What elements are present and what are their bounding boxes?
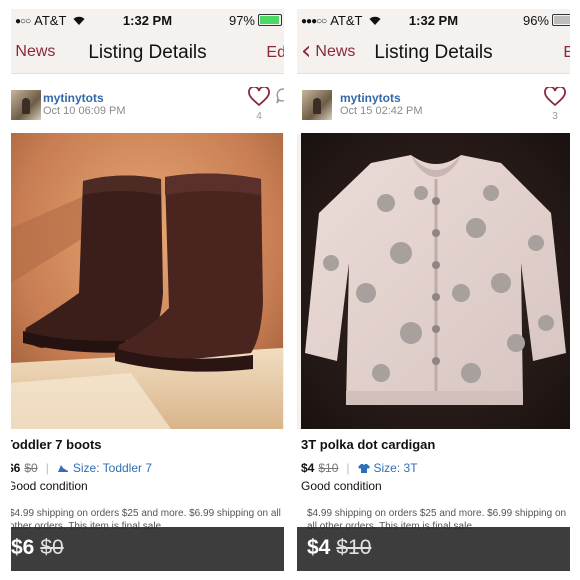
item-title: 3T polka dot cardigan xyxy=(301,437,436,452)
seller-username[interactable]: mytinytots xyxy=(340,91,401,105)
bottom-price-bar: $6 $0 xyxy=(11,527,284,571)
edit-button[interactable]: Ed xyxy=(266,44,284,62)
status-bar: ●●●○○ AT&T 1:32 PM 96% xyxy=(297,9,570,31)
boots-photo xyxy=(11,133,283,429)
size-link[interactable]: Size: 3T xyxy=(357,461,418,475)
price-row: $4 $10 | Size: 3T xyxy=(301,461,418,475)
price: $4 xyxy=(301,461,315,475)
bottom-original-price: $10 xyxy=(336,536,372,559)
bottom-original-price: $0 xyxy=(40,536,64,559)
heart-icon[interactable] xyxy=(544,87,566,107)
heart-icon[interactable] xyxy=(248,87,270,107)
original-price: $10 xyxy=(318,461,339,475)
listing-screen-left: ●○○AT&T 1:32 PM 97% ‹News Listing Detail… xyxy=(11,9,284,571)
status-bar: ●○○ AT&T 1:32 PM 97% xyxy=(11,9,284,31)
condition: Good condition xyxy=(11,479,88,493)
avatar[interactable] xyxy=(302,90,332,120)
sweater-icon xyxy=(357,464,370,473)
seller-username[interactable]: mytinytots xyxy=(43,91,104,105)
like-count: 3 xyxy=(552,111,558,122)
listing-photo[interactable] xyxy=(301,133,570,429)
original-price: $0 xyxy=(24,461,38,475)
size-label: Size: Toddler 7 xyxy=(72,461,153,475)
price: $6 xyxy=(11,461,21,475)
avatar[interactable] xyxy=(11,90,41,120)
shoe-icon xyxy=(57,465,68,472)
battery-percent: 96% xyxy=(522,13,549,28)
price-row: $6$0|Size: Toddler 7 xyxy=(11,461,152,475)
size-label: Size: 3T xyxy=(373,461,418,475)
like-count: 4 xyxy=(256,111,262,122)
bottom-price: $6 xyxy=(11,536,35,559)
listing-date: Oct 10 06:09 PM xyxy=(43,105,126,117)
battery-icon xyxy=(258,14,282,26)
condition: Good condition xyxy=(301,479,382,493)
item-title: Toddler 7 boots xyxy=(11,437,102,452)
bottom-price: $4 xyxy=(307,536,331,559)
seller-row: mytinytots Oct 10 06:09 PM 4 xyxy=(11,73,284,134)
battery-icon xyxy=(552,14,570,26)
bottom-price-bar: $4 $10 xyxy=(297,527,570,571)
nav-bar: ‹News Listing Details Ed xyxy=(11,31,284,73)
nav-bar: ‹ News Listing Details E xyxy=(297,31,570,73)
listing-date: Oct 15 02:42 PM xyxy=(340,105,423,117)
page-title: Listing Details xyxy=(88,42,207,63)
page-title: Listing Details xyxy=(374,42,493,63)
battery-percent: 97% xyxy=(228,13,255,28)
edit-button[interactable]: E xyxy=(563,44,570,62)
listing-screen-right: ●●●○○ AT&T 1:32 PM 96% ‹ News Listing Deta… xyxy=(297,9,570,571)
seller-row: mytinytots Oct 15 02:42 PM 3 xyxy=(297,73,570,134)
comment-icon[interactable] xyxy=(276,88,284,104)
size-link[interactable]: Size: Toddler 7 xyxy=(57,461,152,475)
cardigan-photo xyxy=(301,133,570,429)
listing-photo[interactable] xyxy=(11,133,283,429)
